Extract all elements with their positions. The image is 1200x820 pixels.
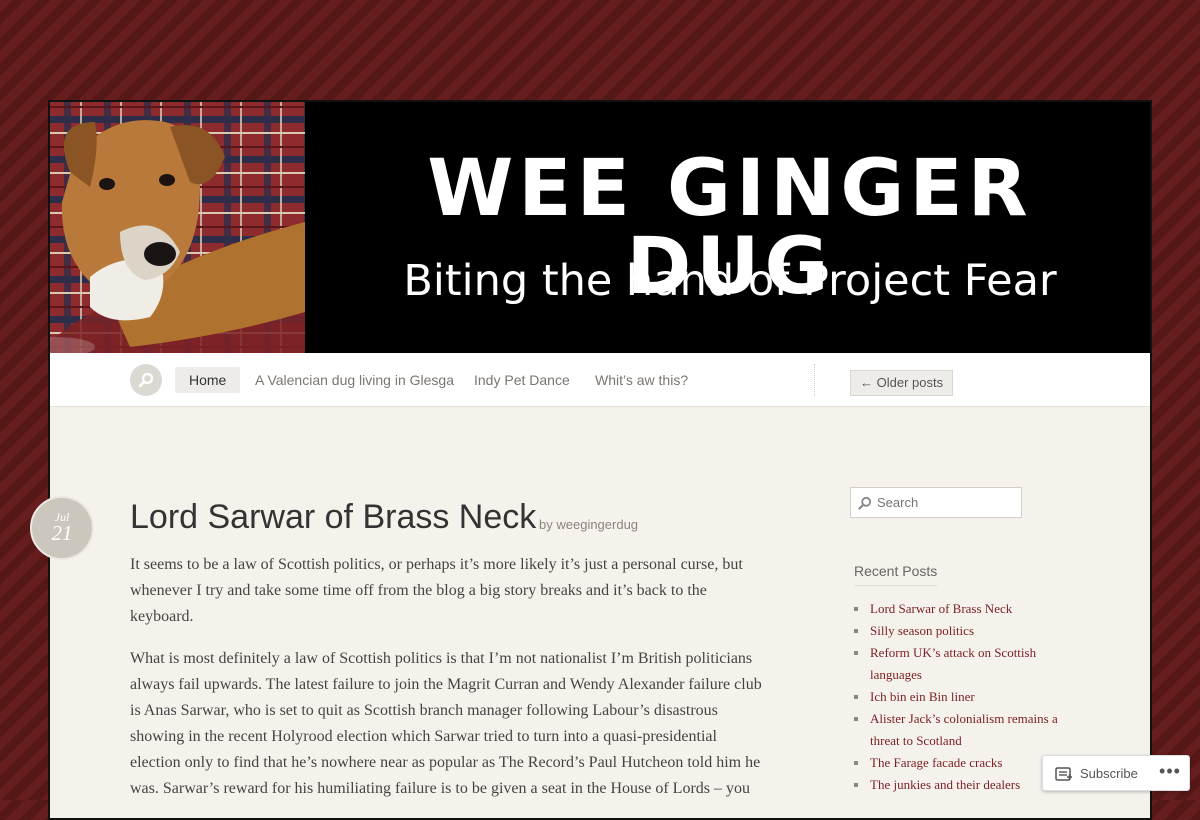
nav-divider xyxy=(814,364,816,396)
recent-posts-title: Recent Posts xyxy=(854,563,938,586)
more-options-button[interactable]: ••• xyxy=(1157,762,1183,784)
search-icon xyxy=(858,496,872,510)
header-banner[interactable]: WEE GINGER DUG Biting the hand of Projec… xyxy=(50,102,1150,353)
subscribe-bar: Subscribe ••• xyxy=(1042,755,1190,791)
nav-item-home[interactable]: Home xyxy=(175,367,241,393)
post-author-link[interactable]: weegingerdug xyxy=(556,517,638,532)
nav-item-indy-pet-dance[interactable]: Indy Pet Dance xyxy=(474,367,570,393)
post-date-day: 21 xyxy=(51,521,73,545)
sidebar-search xyxy=(850,487,1022,518)
search-icon xyxy=(138,372,154,388)
search-input[interactable] xyxy=(877,493,1017,512)
recent-post-link[interactable]: Lord Sarwar of Brass Neck xyxy=(854,598,1074,620)
subscribe-label: Subscribe xyxy=(1080,766,1138,781)
nav-item-whits-aw-this[interactable]: Whit’s aw this? xyxy=(595,367,688,393)
byline-prefix: by xyxy=(539,517,553,532)
recent-post-link[interactable]: Ich bin ein Bin liner xyxy=(854,686,1074,708)
site-tagline: Biting the hand of Project Fear xyxy=(403,256,1057,306)
dog-photo xyxy=(50,102,305,353)
recent-post-link[interactable]: The junkies and their dealers xyxy=(854,774,1074,796)
nav-search-button[interactable] xyxy=(130,364,162,396)
recent-posts-list: Lord Sarwar of Brass Neck Silly season p… xyxy=(854,598,1074,796)
recent-post-link[interactable]: Alister Jack’s colonialism remains a thr… xyxy=(854,708,1074,752)
main-navigation: Home A Valencian dug living in Glesga In… xyxy=(50,353,1150,407)
post-title[interactable]: Lord Sarwar of Brass Neck xyxy=(130,497,536,537)
reader-subscribe-icon xyxy=(1055,767,1072,781)
recent-post-link[interactable]: Silly season politics xyxy=(854,620,1074,642)
post-paragraph: It seems to be a law of Scottish politic… xyxy=(130,556,743,625)
post-content: It seems to be a law of Scottish politic… xyxy=(130,552,770,818)
post-paragraph: What is most definitely a law of Scottis… xyxy=(130,650,762,797)
older-posts-button[interactable]: ← Older posts xyxy=(850,370,954,396)
recent-post-link[interactable]: The Farage facade cracks xyxy=(854,752,1074,774)
post-byline: by weegingerdug xyxy=(539,517,638,532)
subscribe-button[interactable]: Subscribe xyxy=(1055,764,1138,784)
nav-item-valencian-dug[interactable]: A Valencian dug living in Glesga xyxy=(255,367,454,393)
recent-post-link[interactable]: Reform UK’s attack on Scottish languages xyxy=(854,642,1074,686)
post-date-badge: Jul 21 xyxy=(30,496,94,560)
